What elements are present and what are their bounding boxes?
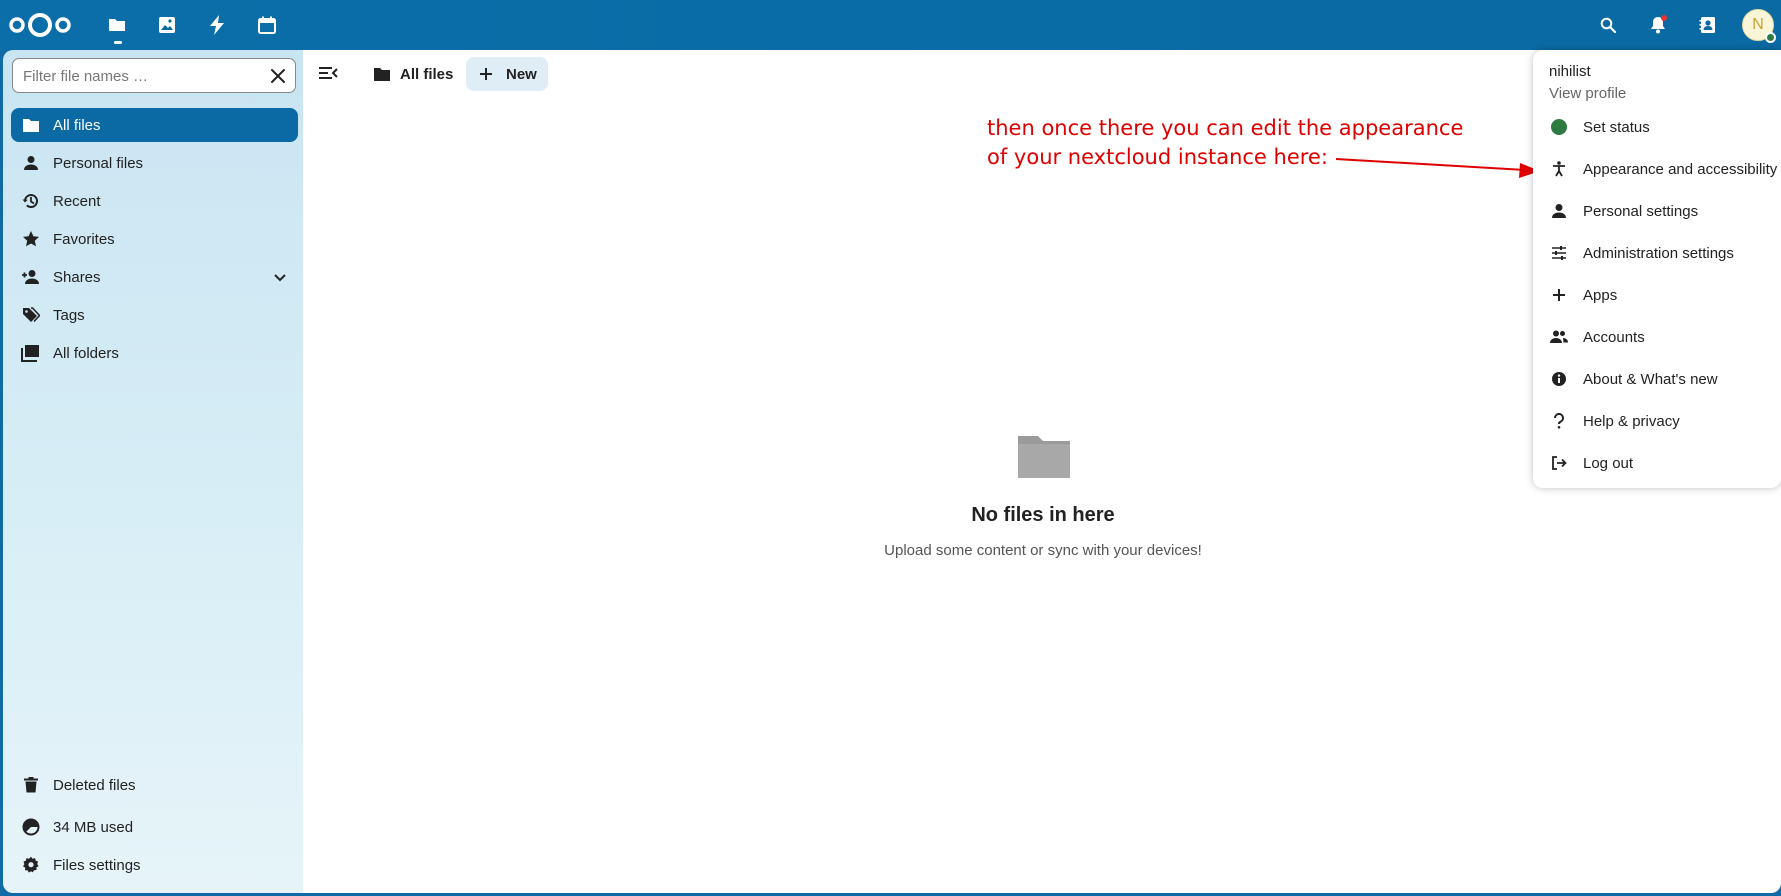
person-icon xyxy=(1549,201,1569,221)
online-status-dot xyxy=(1765,32,1776,43)
storage-usage-label: 34 MB used xyxy=(53,818,134,836)
lightning-icon xyxy=(210,15,224,35)
menu-item-administration-settings[interactable]: Administration settings xyxy=(1533,233,1781,273)
filter-search-box xyxy=(12,58,296,93)
photos-app-button[interactable] xyxy=(154,12,180,38)
menu-item-label: Personal settings xyxy=(1583,202,1699,220)
user-menu-dropdown: nihilist View profile Set status Appeara… xyxy=(1533,50,1781,488)
menu-item-label: Administration settings xyxy=(1583,244,1734,262)
toggle-navigation-icon[interactable] xyxy=(317,63,339,85)
menu-item-set-status[interactable]: Set status xyxy=(1533,107,1781,147)
empty-content-subtitle: Upload some content or sync with your de… xyxy=(884,542,1202,559)
sidebar-item-label: Favorites xyxy=(53,230,115,248)
menu-item-about[interactable]: About & What's new xyxy=(1533,359,1781,399)
menu-item-label: Log out xyxy=(1583,454,1634,472)
chevron-down-icon[interactable] xyxy=(272,269,288,285)
help-icon xyxy=(1549,411,1569,431)
menu-item-accounts[interactable]: Accounts xyxy=(1533,317,1781,357)
sidebar-item-tags[interactable]: Tags xyxy=(11,298,298,332)
top-header: N xyxy=(0,0,1781,50)
notification-badge xyxy=(1661,15,1667,21)
sidebar-item-all-files[interactable]: All files xyxy=(11,108,298,142)
files-navigation: All files Personal files Recent Favorite… xyxy=(3,50,303,893)
sidebar-item-shares[interactable]: Shares xyxy=(11,260,298,294)
menu-item-personal-settings[interactable]: Personal settings xyxy=(1533,191,1781,231)
contacts-icon xyxy=(1699,17,1715,33)
folder-icon xyxy=(109,19,125,31)
menu-item-log-out[interactable]: Log out xyxy=(1533,443,1781,483)
calendar-icon xyxy=(258,16,276,34)
folder-icon xyxy=(21,115,41,135)
view-profile-link[interactable]: View profile xyxy=(1549,85,1626,102)
new-button[interactable]: New xyxy=(466,57,548,91)
star-icon xyxy=(21,229,41,249)
sidebar-item-label: Tags xyxy=(53,306,85,324)
files-app-button[interactable] xyxy=(104,12,130,38)
plus-icon xyxy=(479,65,497,83)
activity-app-button[interactable] xyxy=(204,12,230,38)
search-icon xyxy=(1600,17,1616,33)
unified-search-button[interactable] xyxy=(1596,13,1620,37)
sidebar-item-label: All folders xyxy=(53,344,119,362)
menu-item-label: Help & privacy xyxy=(1583,412,1680,430)
calendar-app-button[interactable] xyxy=(254,12,280,38)
menu-item-appearance[interactable]: Appearance and accessibility xyxy=(1533,149,1781,189)
annotation-line-1: then once there you can edit the appeara… xyxy=(987,116,1464,140)
filter-file-names-input[interactable] xyxy=(23,65,263,87)
status-dot-icon xyxy=(1549,117,1569,137)
accounts-icon xyxy=(1549,327,1569,347)
sidebar-item-personal-files[interactable]: Personal files xyxy=(11,146,298,180)
deleted-files-label: Deleted files xyxy=(53,776,136,794)
sidebar-item-label: Personal files xyxy=(53,154,144,172)
files-settings-label: Files settings xyxy=(53,856,141,874)
tag-icon xyxy=(21,305,41,325)
image-icon xyxy=(159,17,175,33)
menu-item-label: Apps xyxy=(1583,286,1618,304)
logout-icon xyxy=(1549,453,1569,473)
menu-item-label: About & What's new xyxy=(1583,370,1718,388)
breadcrumb-label: All files xyxy=(400,65,454,83)
history-icon xyxy=(21,191,41,211)
close-icon[interactable] xyxy=(269,67,287,85)
active-app-indicator xyxy=(114,41,122,44)
info-icon xyxy=(1549,369,1569,389)
empty-content-title: No files in here xyxy=(971,504,1115,526)
share-icon xyxy=(21,267,41,287)
contacts-menu-button[interactable] xyxy=(1696,13,1720,37)
menu-item-apps[interactable]: Apps xyxy=(1533,275,1781,315)
menu-item-help[interactable]: Help & privacy xyxy=(1533,401,1781,441)
person-icon xyxy=(21,153,41,173)
breadcrumb-all-files[interactable]: All files xyxy=(373,57,453,91)
nextcloud-logo-icon[interactable] xyxy=(8,12,72,38)
folders-icon xyxy=(21,343,41,363)
menu-item-label: Set status xyxy=(1583,118,1650,136)
new-button-label: New xyxy=(506,65,537,83)
user-display-name[interactable]: nihilist xyxy=(1549,63,1591,80)
sidebar-item-recent[interactable]: Recent xyxy=(11,184,298,218)
storage-usage: 34 MB used xyxy=(11,810,298,844)
sidebar-item-all-folders[interactable]: All folders xyxy=(11,336,298,370)
folder-icon xyxy=(373,64,393,84)
sidebar-item-label: Recent xyxy=(53,192,101,210)
trash-icon xyxy=(21,775,41,795)
deleted-files-link[interactable]: Deleted files xyxy=(11,768,298,802)
sliders-icon xyxy=(1549,243,1569,263)
menu-item-label: Appearance and accessibility xyxy=(1583,160,1778,178)
sidebar-item-favorites[interactable]: Favorites xyxy=(11,222,298,256)
gear-icon xyxy=(21,855,41,875)
files-settings-button[interactable]: Files settings xyxy=(11,848,298,882)
annotation-arrow-icon xyxy=(1335,158,1540,178)
menu-item-label: Accounts xyxy=(1583,328,1645,346)
sidebar-item-label: All files xyxy=(53,116,101,134)
pie-chart-icon xyxy=(21,817,41,837)
sidebar-item-label: Shares xyxy=(53,268,101,286)
empty-folder-icon xyxy=(1018,436,1070,478)
plus-icon xyxy=(1549,285,1569,305)
accessibility-icon xyxy=(1549,159,1569,179)
